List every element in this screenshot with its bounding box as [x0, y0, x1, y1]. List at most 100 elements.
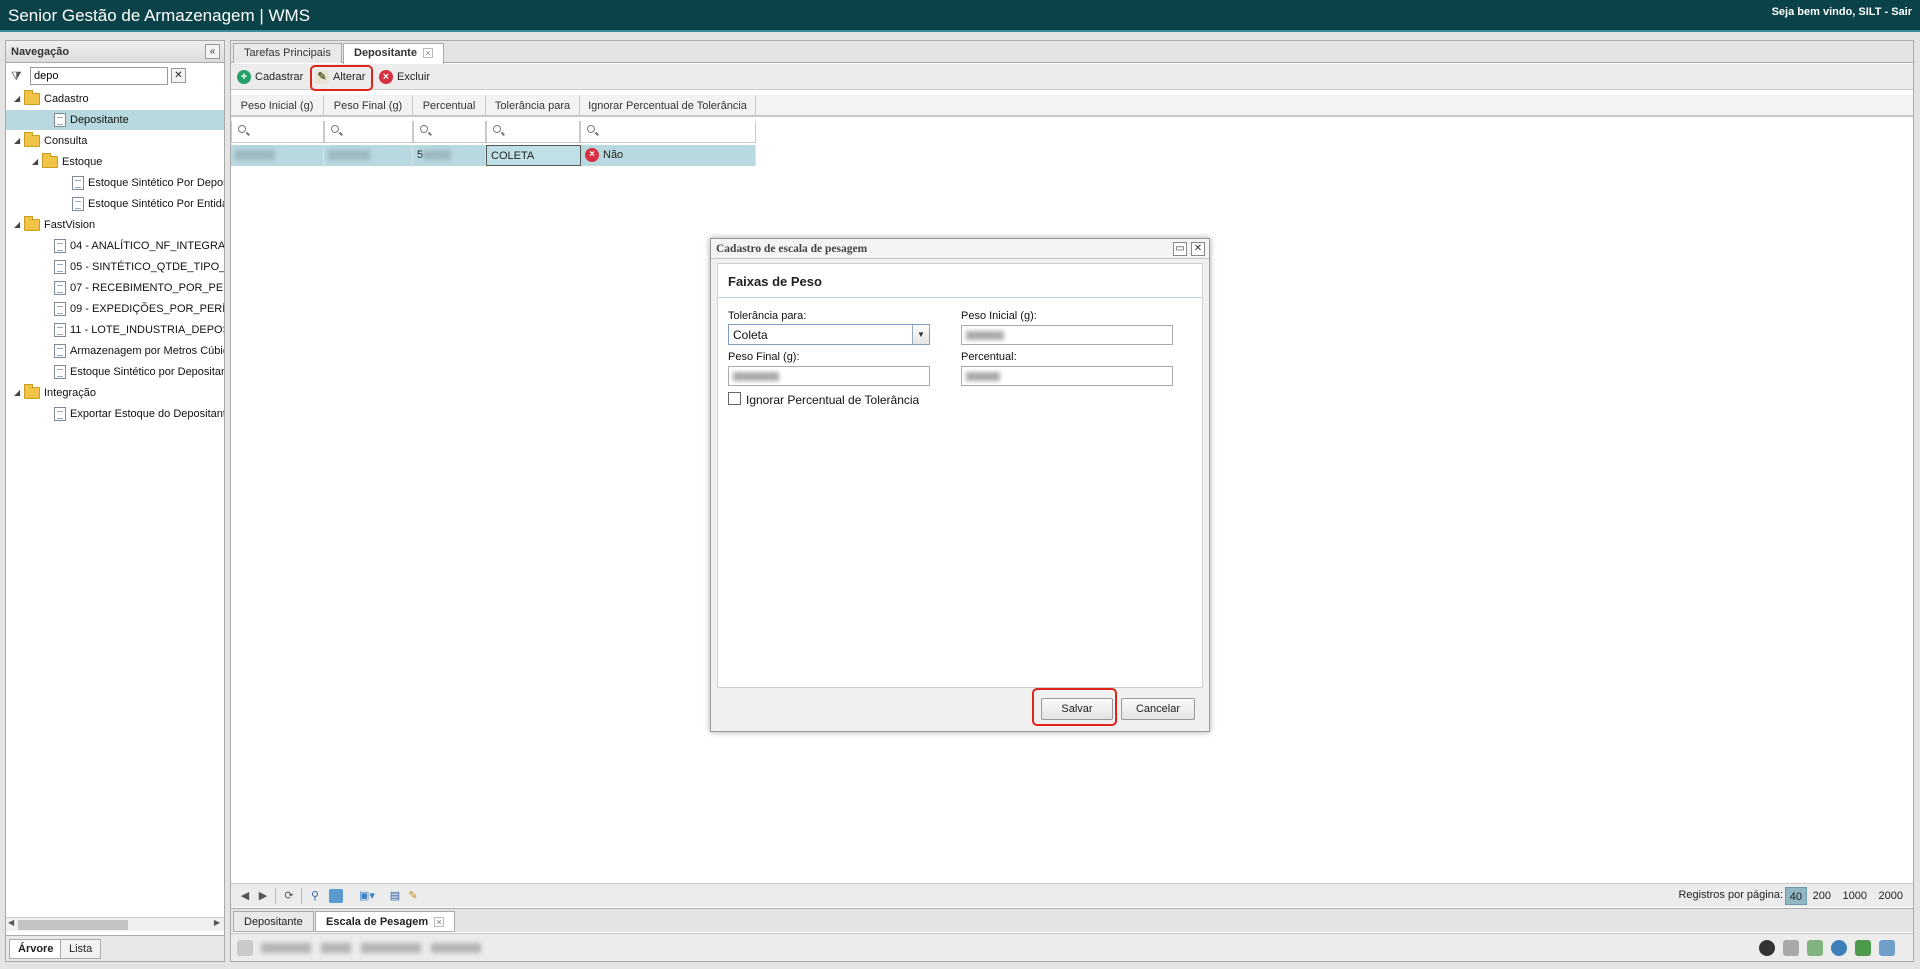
tab-label: Depositante — [244, 916, 303, 928]
status-icon — [237, 940, 253, 956]
tree-node[interactable]: 05 - SINTÉTICO_QTDE_TIPO_RI — [6, 257, 224, 277]
export-dropdown-icon[interactable]: ▣▾ — [353, 888, 381, 904]
tab-tarefas-principais[interactable]: Tarefas Principais — [233, 43, 342, 63]
cell-percentual[interactable]: 5 — [413, 145, 486, 166]
close-icon[interactable]: ✕ — [1191, 242, 1205, 256]
delete-button[interactable]: × Excluir — [377, 67, 430, 87]
chevron-down-icon[interactable]: ▼ — [912, 325, 929, 344]
tree-node[interactable]: 07 - RECEBIMENTO_POR_PERÍ — [6, 278, 224, 298]
ignorar-value: Não — [603, 149, 624, 161]
page-size-40[interactable]: 40 — [1784, 887, 1807, 905]
tree-node[interactable]: 11 - LOTE_INDUSTRIA_DEPOSI — [6, 320, 224, 340]
close-icon[interactable]: ✕ — [171, 68, 186, 83]
cancel-button[interactable]: Cancelar — [1121, 698, 1195, 720]
plugin-icon[interactable] — [1783, 940, 1799, 956]
ignorar-checkbox[interactable] — [728, 392, 741, 405]
tree-node[interactable]: ◢ FastVision — [6, 215, 224, 235]
page-size-1000[interactable]: 1000 — [1839, 887, 1871, 905]
expand-toggle-icon[interactable]: ◢ — [14, 383, 23, 403]
help-icon[interactable] — [1759, 940, 1775, 956]
tree-node[interactable]: Depositante — [6, 110, 224, 130]
tab-escala-de-pesagem[interactable]: Escala de Pesagem × — [315, 911, 456, 932]
report-icon — [72, 176, 84, 190]
filter-percentual[interactable] — [413, 121, 486, 143]
column-percentual[interactable]: Percentual — [413, 95, 486, 117]
tree-node[interactable]: ◢ Estoque — [6, 152, 224, 172]
tree-node[interactable]: ◢ Consulta — [6, 131, 224, 151]
tree-node[interactable]: Exportar Estoque do Depositante — [6, 404, 224, 424]
horizontal-scrollbar[interactable]: ◀ ▶ — [6, 917, 224, 931]
expand-toggle-icon[interactable]: ◢ — [14, 89, 23, 109]
tree-node-label: Armazenagem por Metros Cúbico — [70, 345, 224, 357]
spreadsheet-icon[interactable] — [1855, 940, 1871, 956]
tree-node[interactable]: ◢ Cadastro — [6, 89, 224, 109]
tree-node[interactable]: Estoque Sintético Por Deposit — [6, 173, 224, 193]
ignorar-checkbox-label[interactable]: Ignorar Percentual de Tolerância — [746, 393, 919, 407]
save-icon[interactable]: ▤ — [387, 888, 403, 904]
tree-node[interactable]: Armazenagem por Metros Cúbico — [6, 341, 224, 361]
scroll-right-icon[interactable]: ▶ — [214, 918, 220, 927]
tree-node[interactable]: Estoque Sintético Por Entidad — [6, 194, 224, 214]
cell-peso-inicial[interactable] — [231, 145, 324, 166]
page-size-200[interactable]: 200 — [1809, 887, 1835, 905]
broom-icon[interactable]: ✎ — [405, 888, 421, 904]
close-tab-icon[interactable]: × — [434, 917, 445, 927]
column-peso-final[interactable]: Peso Final (g) — [324, 95, 413, 117]
section-divider — [718, 297, 1202, 298]
filter-peso-final[interactable] — [324, 121, 413, 143]
page-size-2000[interactable]: 2000 — [1875, 887, 1907, 905]
tree-node[interactable]: ◢ Integração — [6, 383, 224, 403]
next-page-icon[interactable]: ▶ — [255, 888, 271, 904]
column-tolerancia[interactable]: Tolerância para — [486, 95, 580, 117]
peso-inicial-input[interactable] — [961, 325, 1173, 345]
expand-toggle-icon[interactable]: ◢ — [14, 131, 23, 151]
tab-list[interactable]: Lista — [60, 939, 102, 959]
maximize-icon[interactable]: ▭ — [1173, 242, 1187, 256]
column-peso-inicial[interactable]: Peso Inicial (g) — [231, 95, 324, 117]
folder-icon — [24, 384, 40, 399]
refresh-icon[interactable]: ⟳ — [281, 888, 297, 904]
filter-peso-inicial[interactable] — [231, 121, 324, 143]
tolerancia-select[interactable]: Coleta ▼ — [728, 324, 930, 345]
network-icon[interactable] — [1807, 940, 1823, 956]
tolerancia-label: Tolerância para: — [728, 310, 807, 322]
peso-final-input[interactable] — [728, 366, 930, 386]
tab-tree[interactable]: Árvore — [9, 939, 63, 959]
tree-node[interactable]: Estoque Sintético por Depositante — [6, 362, 224, 382]
tree-node[interactable]: 09 - EXPEDIÇÕES_POR_PERÍO — [6, 299, 224, 319]
double-chevron-left-icon[interactable]: « — [205, 44, 220, 59]
table-row[interactable]: 5 COLETA × Não — [231, 145, 756, 166]
filter-ignorar[interactable] — [580, 121, 756, 143]
blurred-status-text — [321, 943, 351, 953]
status-bar — [231, 933, 1913, 961]
tree-node-label: Estoque Sintético por Depositante — [70, 366, 224, 378]
column-ignorar[interactable]: Ignorar Percentual de Tolerância — [580, 95, 756, 117]
tab-depositante[interactable]: Depositante × — [343, 43, 444, 64]
wifi-icon[interactable] — [1879, 940, 1895, 956]
report-icon — [54, 113, 66, 127]
expand-toggle-icon[interactable]: ◢ — [14, 215, 23, 235]
separator — [301, 888, 302, 904]
tree-node-label: 04 - ANALÍTICO_NF_INTEGRAD/ — [70, 240, 224, 252]
image-icon[interactable] — [329, 889, 343, 903]
tree-node[interactable]: 04 - ANALÍTICO_NF_INTEGRAD/ — [6, 236, 224, 256]
expand-toggle-icon[interactable]: ◢ — [32, 152, 41, 172]
navigation-search-input[interactable] — [30, 67, 168, 85]
percentual-input[interactable] — [961, 366, 1173, 386]
scroll-left-icon[interactable]: ◀ — [8, 918, 14, 927]
dialog-header: Cadastro de escala de pesagem ▭ ✕ — [711, 239, 1209, 259]
shield-icon[interactable] — [1831, 940, 1847, 956]
logout-link[interactable]: Sair — [1891, 6, 1912, 18]
cell-tolerancia[interactable]: COLETA — [486, 145, 581, 166]
zoom-icon[interactable]: ⚲ — [307, 888, 323, 904]
cell-ignorar[interactable]: × Não — [581, 145, 756, 166]
scrollbar-thumb[interactable] — [18, 920, 128, 930]
add-button[interactable]: + Cadastrar — [235, 67, 303, 87]
cell-peso-final[interactable] — [324, 145, 413, 166]
main-tabbar: Tarefas Principais Depositante × — [231, 41, 1913, 64]
previous-page-icon[interactable]: ◀ — [237, 888, 253, 904]
navigation-tabs: Árvore Lista — [6, 935, 224, 961]
close-tab-icon[interactable]: × — [422, 48, 433, 58]
tab-depositante-detail[interactable]: Depositante — [233, 911, 314, 932]
filter-tolerancia[interactable] — [486, 121, 580, 143]
